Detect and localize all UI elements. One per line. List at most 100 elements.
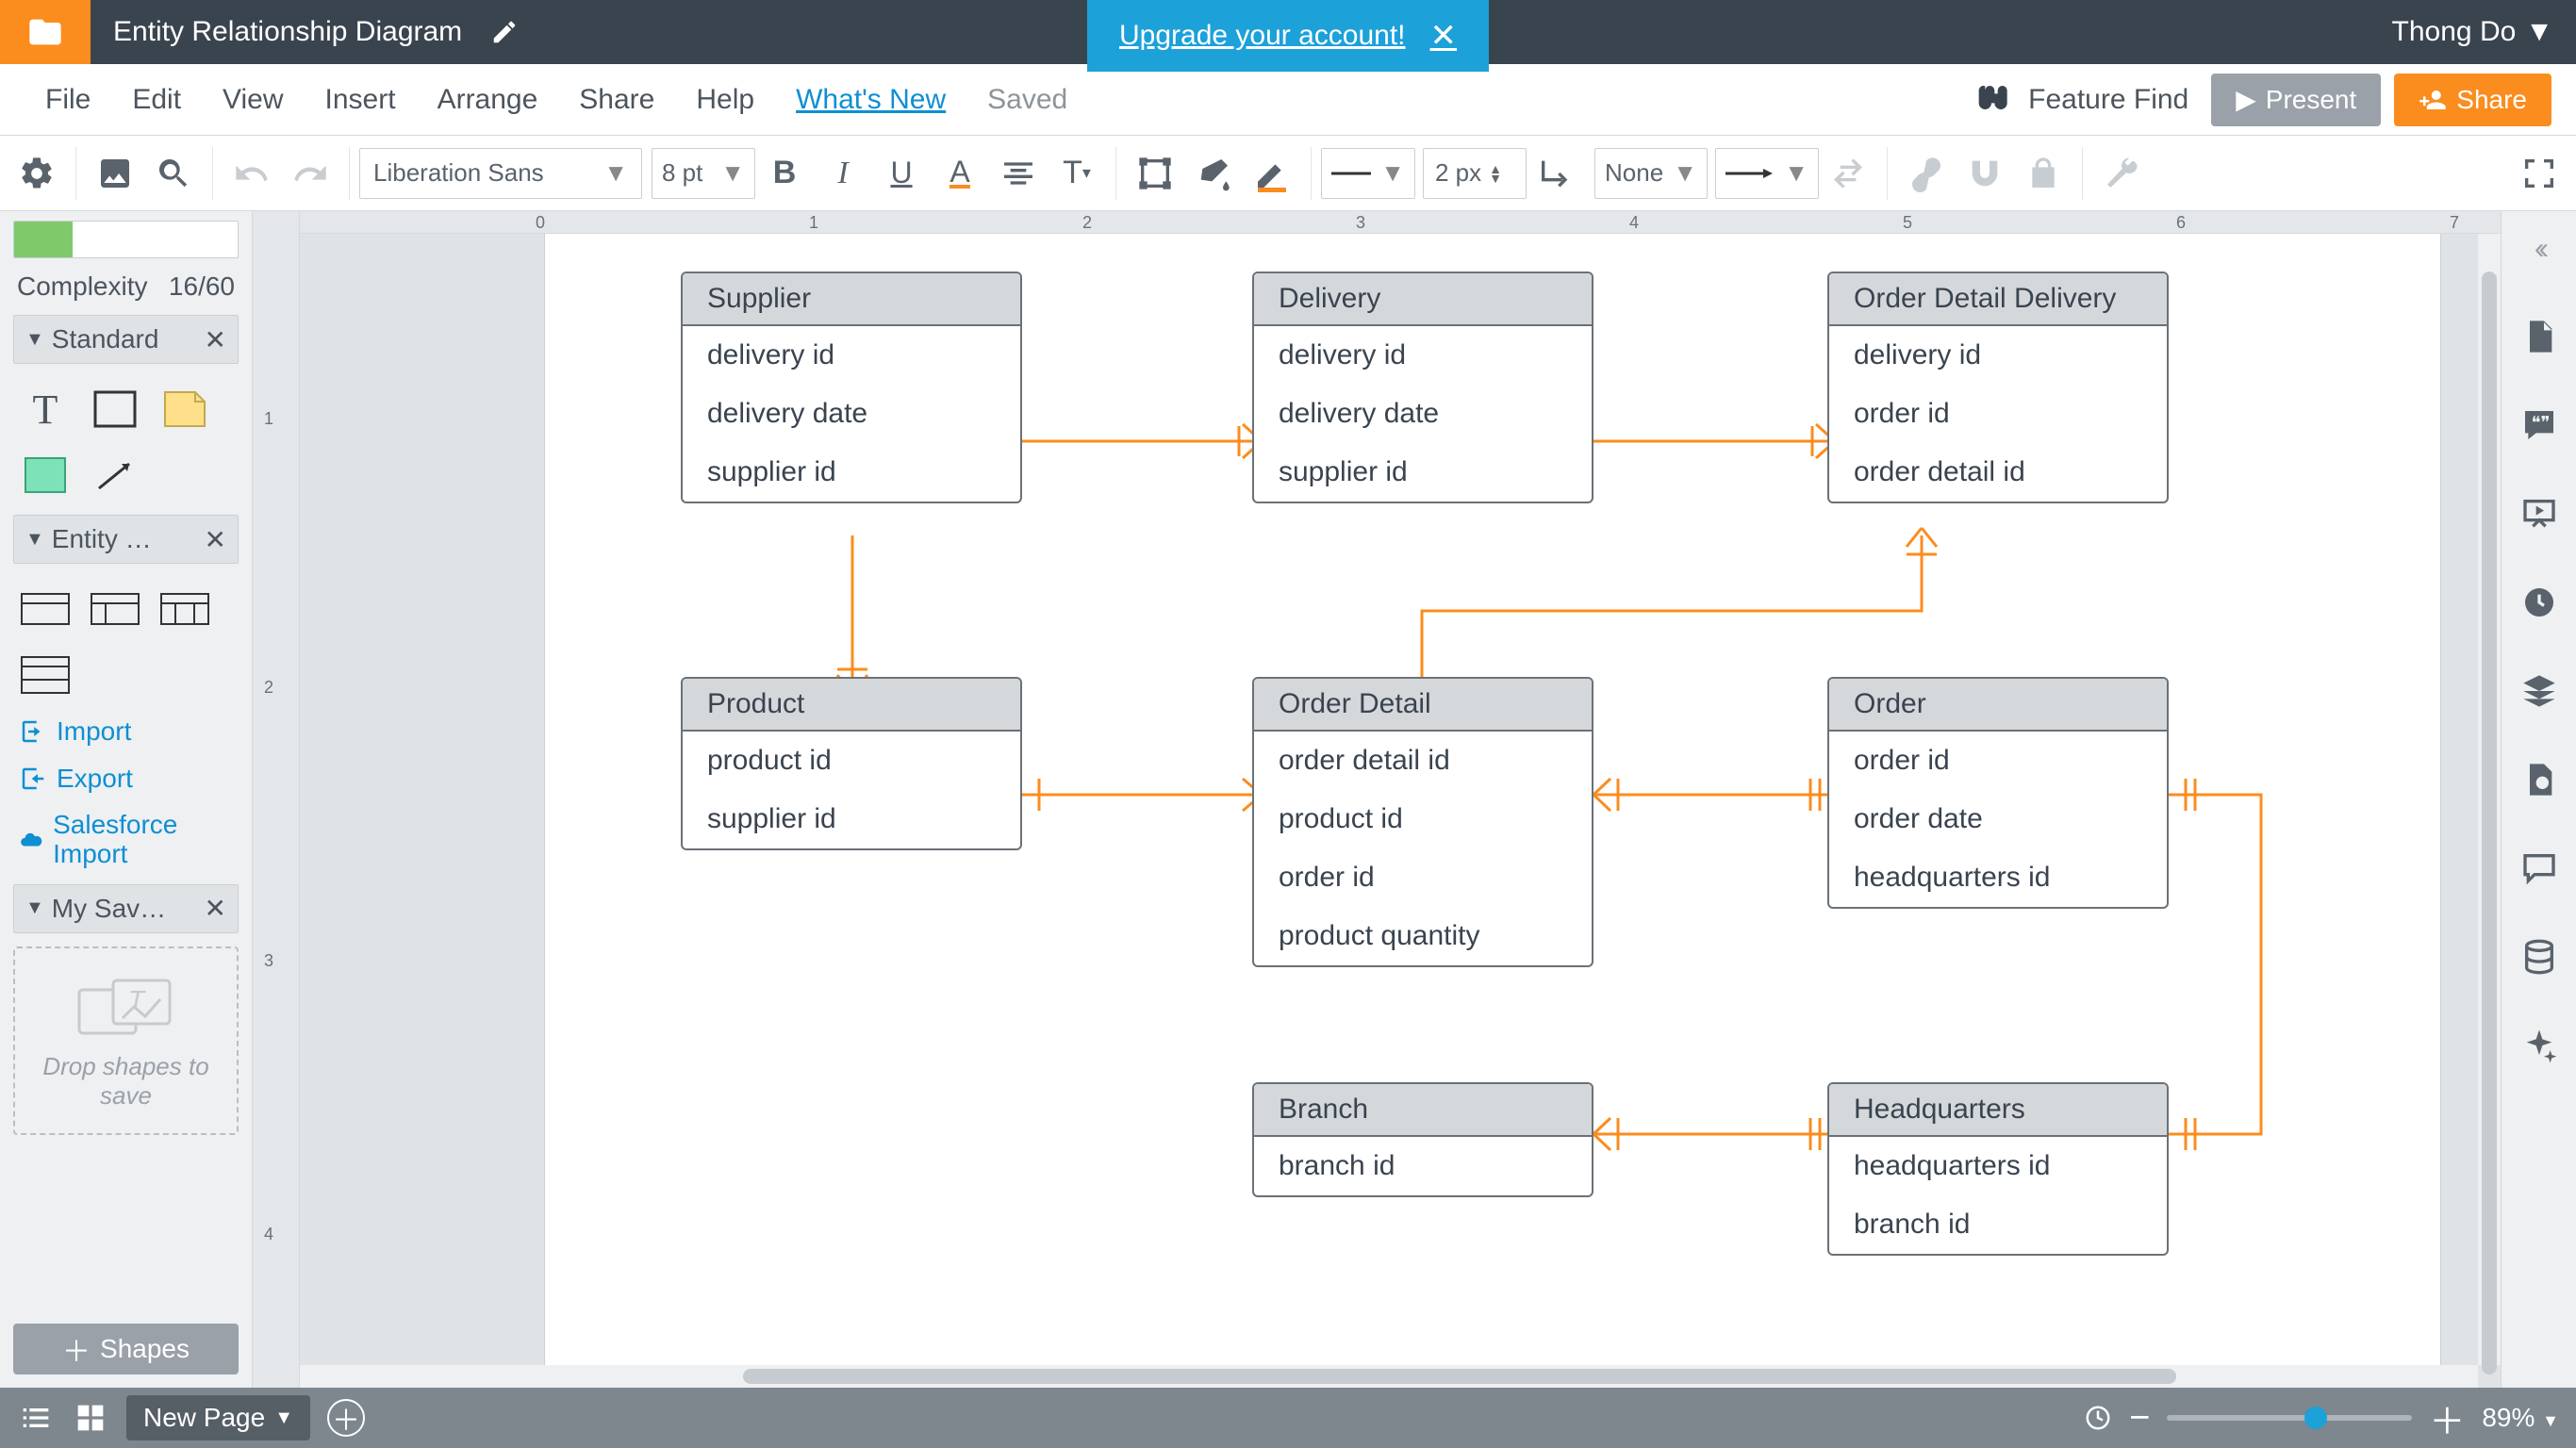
text-color-button[interactable]: A xyxy=(931,144,989,203)
scrollbar-thumb[interactable] xyxy=(743,1369,2176,1384)
menu-insert[interactable]: Insert xyxy=(305,84,417,116)
zoom-level[interactable]: 89% ▼ xyxy=(2482,1403,2559,1433)
dock-master-button[interactable] xyxy=(2516,756,2563,803)
shape-lib-entity-header[interactable]: ▼ Entity … ✕ xyxy=(13,515,239,564)
user-menu[interactable]: Thong Do ▼ xyxy=(2370,16,2576,48)
lock-button[interactable] xyxy=(2014,144,2072,203)
shapes-manager-button[interactable]: ＋ Shapes xyxy=(13,1324,239,1374)
close-icon[interactable]: ✕ xyxy=(205,324,226,355)
arrow-start-select[interactable]: None▼ xyxy=(1594,148,1708,199)
shape-lib-mysaved-header[interactable]: ▼ My Sav… ✕ xyxy=(13,884,239,933)
dock-present-button[interactable] xyxy=(2516,490,2563,537)
entity-delivery[interactable]: Delivery delivery id delivery date suppl… xyxy=(1252,272,1593,503)
menu-edit[interactable]: Edit xyxy=(111,84,202,116)
shape-erd-1[interactable] xyxy=(19,584,72,634)
settings-button[interactable] xyxy=(8,144,66,203)
text-style-button[interactable]: T▾ xyxy=(1048,144,1106,203)
entity-product[interactable]: Product product id supplier id xyxy=(681,677,1022,850)
stepper-icon[interactable]: ▲▼ xyxy=(1489,164,1502,183)
canvas-page[interactable]: Supplier delivery id delivery date suppl… xyxy=(545,234,2440,1388)
dock-chat-button[interactable] xyxy=(2516,845,2563,892)
outline-view-button[interactable] xyxy=(17,1399,55,1437)
shape-block[interactable] xyxy=(19,451,72,500)
search-button[interactable] xyxy=(144,144,203,203)
zoom-slider-knob[interactable] xyxy=(2304,1407,2327,1429)
menu-whats-new[interactable]: What's New xyxy=(775,84,966,116)
import-button[interactable]: Import xyxy=(13,715,239,749)
line-width-input[interactable]: 2 px▲▼ xyxy=(1423,148,1527,199)
border-color-button[interactable] xyxy=(1243,144,1301,203)
line-routing-button[interactable] xyxy=(1527,144,1585,203)
menu-view[interactable]: View xyxy=(202,84,304,116)
entity-order[interactable]: Order order id order date headquarters i… xyxy=(1827,677,2169,909)
menu-help[interactable]: Help xyxy=(675,84,775,116)
fill-color-button[interactable] xyxy=(1184,144,1243,203)
page-tab[interactable]: New Page ▼ xyxy=(126,1395,310,1440)
insert-image-button[interactable] xyxy=(86,144,144,203)
underline-button[interactable]: U xyxy=(872,144,931,203)
close-icon[interactable]: ✕ xyxy=(205,524,226,555)
wrench-button[interactable] xyxy=(2092,144,2151,203)
shape-arrow[interactable] xyxy=(89,451,141,500)
fullscreen-button[interactable] xyxy=(2510,144,2568,203)
italic-button[interactable]: I xyxy=(814,144,872,203)
entity-supplier[interactable]: Supplier delivery id delivery date suppl… xyxy=(681,272,1022,503)
grid-view-button[interactable] xyxy=(72,1399,109,1437)
arrow-start-value: None xyxy=(1605,158,1663,188)
entity-field: supplier id xyxy=(1254,443,1592,502)
shape-erd-3[interactable] xyxy=(158,584,211,634)
dock-comment-button[interactable]: ❝❞ xyxy=(2516,402,2563,449)
arrow-end-select[interactable]: ▼ xyxy=(1715,148,1819,199)
salesforce-import-button[interactable]: Salesforce Import xyxy=(13,809,239,871)
entity-headquarters[interactable]: Headquarters headquarters id branch id xyxy=(1827,1082,2169,1256)
redo-button[interactable] xyxy=(281,144,339,203)
canvas-viewport[interactable]: Supplier delivery id delivery date suppl… xyxy=(300,234,2501,1388)
zoom-out-button[interactable]: − xyxy=(2129,1398,2150,1439)
shape-note[interactable] xyxy=(158,385,211,434)
dock-layers-button[interactable] xyxy=(2516,667,2563,715)
entity-branch[interactable]: Branch branch id xyxy=(1252,1082,1593,1197)
export-button[interactable]: Export xyxy=(13,762,239,796)
line-style-select[interactable]: ▼ xyxy=(1321,148,1415,199)
vertical-scrollbar[interactable] xyxy=(2478,234,2501,1365)
shape-text[interactable]: T xyxy=(19,385,72,434)
upgrade-close-button[interactable]: ✕ xyxy=(1430,17,1458,55)
bold-button[interactable]: B xyxy=(755,144,814,203)
shape-erd-4[interactable] xyxy=(19,650,72,699)
align-button[interactable] xyxy=(989,144,1048,203)
zoom-in-button[interactable]: ＋ xyxy=(2429,1392,2465,1444)
shape-erd-2[interactable] xyxy=(89,584,141,634)
home-folder-button[interactable] xyxy=(0,0,91,64)
present-button[interactable]: ▶ Present xyxy=(2211,74,2381,126)
dock-sparkle-button[interactable] xyxy=(2516,1022,2563,1069)
shape-style-button[interactable] xyxy=(1126,144,1184,203)
dock-page-button[interactable] xyxy=(2516,313,2563,360)
dock-history-button[interactable] xyxy=(2516,579,2563,626)
feature-find[interactable]: Feature Find xyxy=(1955,81,2211,119)
entity-order-detail[interactable]: Order Detail order detail id product id … xyxy=(1252,677,1593,967)
menu-share[interactable]: Share xyxy=(558,84,675,116)
swap-ends-button[interactable] xyxy=(1819,144,1877,203)
undo-button[interactable] xyxy=(223,144,281,203)
horizontal-scrollbar[interactable] xyxy=(300,1365,2478,1388)
drop-shapes-zone[interactable]: T Drop shapes to save xyxy=(13,946,239,1135)
entity-order-detail-delivery[interactable]: Order Detail Delivery delivery id order … xyxy=(1827,272,2169,503)
close-icon[interactable]: ✕ xyxy=(205,893,226,924)
magnet-button[interactable] xyxy=(1956,144,2014,203)
collapse-dock-button[interactable]: ‹‹ xyxy=(2516,224,2563,272)
menu-arrange[interactable]: Arrange xyxy=(417,84,559,116)
link-button[interactable] xyxy=(1897,144,1956,203)
share-button[interactable]: Share xyxy=(2394,74,2551,126)
document-title[interactable]: Entity Relationship Diagram xyxy=(91,16,485,48)
dock-data-button[interactable] xyxy=(2516,933,2563,980)
scrollbar-thumb[interactable] xyxy=(2482,272,2497,1374)
font-family-select[interactable]: Liberation Sans▼ xyxy=(359,148,642,199)
shape-lib-standard-header[interactable]: ▼ Standard ✕ xyxy=(13,315,239,364)
rename-button[interactable] xyxy=(490,18,519,46)
font-size-select[interactable]: 8 pt▼ xyxy=(652,148,755,199)
menu-file[interactable]: File xyxy=(25,84,111,116)
add-page-button[interactable]: ＋ xyxy=(327,1399,365,1437)
upgrade-banner[interactable]: Upgrade your account! ✕ xyxy=(1087,0,1489,72)
shape-rect[interactable] xyxy=(89,385,141,434)
zoom-slider[interactable] xyxy=(2167,1415,2412,1421)
